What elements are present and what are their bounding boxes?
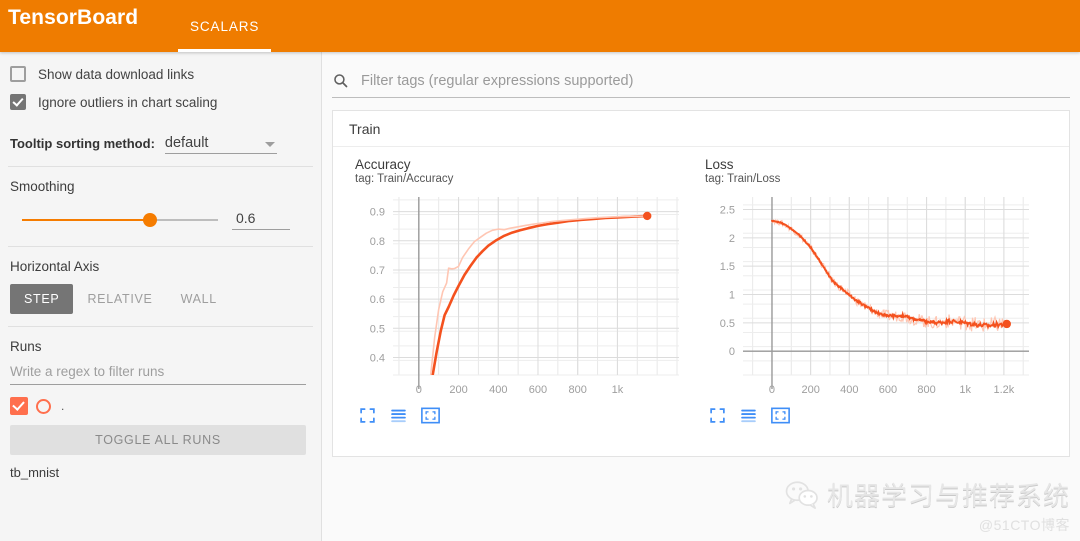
svg-text:200: 200 — [449, 384, 467, 396]
svg-text:400: 400 — [489, 384, 507, 396]
svg-text:0.7: 0.7 — [370, 265, 385, 277]
chart-grid: Accuracy tag: Train/Accuracy 0.4 0.5 0.6 0.… — [333, 147, 1069, 424]
tooltip-sorting-select[interactable]: default — [164, 135, 277, 154]
slider-thumb[interactable] — [143, 213, 157, 227]
watermark: 机器学习与推荐系统 @51CTO博客 — [785, 476, 1070, 535]
chart-loss-title: Loss — [705, 157, 734, 172]
axis-button-relative[interactable]: RELATIVE — [73, 284, 166, 314]
app-title: TensorBoard — [8, 6, 139, 29]
tooltip-sorting-label: Tooltip sorting method: — [10, 136, 155, 151]
sidebar-options: Show data download links Ignore outliers… — [0, 52, 321, 166]
option-ignore-outliers-label: Ignore outliers in chart scaling — [38, 94, 218, 110]
runs-filter-input[interactable]: Write a regex to filter runs — [10, 364, 306, 385]
smoothing-value-input[interactable]: 0.6 — [232, 210, 290, 230]
option-ignore-outliers[interactable]: Ignore outliers in chart scaling — [8, 88, 313, 116]
svg-text:0.8: 0.8 — [370, 236, 385, 248]
svg-text:400: 400 — [840, 384, 858, 396]
toggle-all-runs-label: TOGGLE ALL RUNS — [95, 433, 221, 447]
chart-loss-header: Loss tag: Train/Loss — [697, 157, 1047, 185]
main-panel: Filter tags (regular expressions support… — [322, 52, 1080, 541]
smoothing-slider[interactable] — [10, 211, 218, 229]
svg-text:600: 600 — [529, 384, 547, 396]
svg-text:0.9: 0.9 — [370, 207, 385, 219]
smoothing-row: 0.6 — [8, 200, 313, 240]
search-icon — [334, 74, 348, 88]
svg-text:600: 600 — [879, 384, 897, 396]
fit-domain-icon[interactable] — [771, 407, 790, 424]
data-series-icon[interactable] — [390, 407, 407, 424]
tooltip-sorting-row: Tooltip sorting method: default — [8, 116, 313, 154]
tooltip-sorting-value: default — [164, 135, 209, 151]
chart-accuracy-header: Accuracy tag: Train/Accuracy — [347, 157, 697, 185]
chart-accuracy-tag: tag: Train/Accuracy — [355, 173, 454, 185]
svg-text:0: 0 — [729, 346, 735, 358]
watermark-main-text: 机器学习与推荐系统 — [826, 481, 1070, 511]
horizontal-axis-title: Horizontal Axis — [10, 259, 100, 274]
smoothing-section: Smoothing 0.6 — [0, 167, 321, 246]
svg-text:800: 800 — [917, 384, 935, 396]
chart-accuracy: Accuracy tag: Train/Accuracy 0.4 0.5 0.6 0.… — [347, 157, 697, 424]
horizontal-axis-buttons: STEP RELATIVE WALL — [8, 280, 313, 326]
tab-bar: SCALARS — [170, 0, 279, 52]
chart-loss: Loss tag: Train/Loss 0 0.5 1 1.5 2 2.5 0 200 400… — [697, 157, 1047, 424]
tab-scalars-label: SCALARS — [190, 18, 260, 34]
svg-text:800: 800 — [569, 384, 587, 396]
watermark-main-row: 机器学习与推荐系统 — [785, 476, 1070, 513]
svg-text:200: 200 — [801, 384, 819, 396]
svg-text:0: 0 — [416, 384, 422, 396]
runs-title: Runs — [10, 339, 42, 354]
run-checkbox-checked-icon[interactable] — [10, 397, 28, 415]
svg-text:0: 0 — [769, 384, 775, 396]
svg-text:0.4: 0.4 — [370, 352, 385, 364]
card-title: Train — [333, 111, 1069, 147]
svg-text:0.6: 0.6 — [370, 294, 385, 306]
run-name-label: tb_mnist — [10, 465, 60, 480]
chart-loss-tag: tag: Train/Loss — [705, 173, 781, 185]
sidebar: Show data download links Ignore outliers… — [0, 52, 322, 541]
svg-text:0.5: 0.5 — [720, 318, 735, 330]
fit-domain-icon[interactable] — [421, 407, 440, 424]
chevron-down-icon — [264, 142, 275, 147]
svg-text:0.5: 0.5 — [370, 323, 385, 335]
svg-text:2: 2 — [729, 233, 735, 245]
svg-text:1k: 1k — [612, 384, 624, 396]
tag-filter-bar[interactable]: Filter tags (regular expressions support… — [332, 64, 1070, 98]
run-item-label: . — [61, 399, 65, 413]
axis-button-wall[interactable]: WALL — [167, 284, 231, 314]
svg-text:1.2k: 1.2k — [993, 384, 1014, 396]
checkbox-checked-icon[interactable] — [10, 94, 26, 110]
tab-scalars[interactable]: SCALARS — [170, 0, 279, 52]
app-header: TensorBoard SCALARS — [0, 0, 1080, 52]
expand-chart-icon[interactable] — [709, 407, 726, 424]
chart-loss-plot[interactable]: 0 0.5 1 1.5 2 2.5 0 200 400 600 800 1k 1.2k — [697, 191, 1037, 401]
runs-section: Runs Write a regex to filter runs . TOGG… — [0, 327, 321, 480]
chart-accuracy-icons — [347, 401, 697, 424]
tensorboard-app: TensorBoard SCALARS Show data download l… — [0, 0, 1080, 541]
toggle-all-runs-button[interactable]: TOGGLE ALL RUNS — [10, 425, 306, 455]
smoothing-title: Smoothing — [10, 179, 75, 194]
watermark-sub-text: @51CTO博客 — [978, 517, 1070, 533]
svg-text:2.5: 2.5 — [720, 204, 735, 216]
train-card: Train Accuracy tag: Train/Accuracy 0.4 0.… — [332, 110, 1070, 457]
horizontal-axis-section: Horizontal Axis STEP RELATIVE WALL — [0, 247, 321, 326]
option-show-data-download-links[interactable]: Show data download links — [8, 60, 313, 88]
svg-text:1.5: 1.5 — [720, 261, 735, 273]
svg-text:1: 1 — [729, 290, 735, 302]
tag-filter-placeholder: Filter tags (regular expressions support… — [361, 72, 634, 89]
data-series-icon[interactable] — [740, 407, 757, 424]
run-list-item[interactable]: . — [8, 385, 313, 421]
chart-loss-icons — [697, 401, 1047, 424]
run-color-circle-icon[interactable] — [36, 398, 51, 414]
chart-accuracy-plot[interactable]: 0.4 0.5 0.6 0.7 0.8 0.9 0 200 400 600 800 1k — [347, 191, 687, 401]
wechat-icon — [785, 480, 818, 509]
checkbox-unchecked-icon[interactable] — [10, 66, 26, 82]
chart-accuracy-title: Accuracy — [355, 157, 411, 172]
slider-fill — [22, 219, 150, 221]
expand-chart-icon[interactable] — [359, 407, 376, 424]
option-show-data-download-links-label: Show data download links — [38, 66, 195, 82]
svg-text:1k: 1k — [959, 384, 971, 396]
axis-button-step[interactable]: STEP — [10, 284, 74, 314]
